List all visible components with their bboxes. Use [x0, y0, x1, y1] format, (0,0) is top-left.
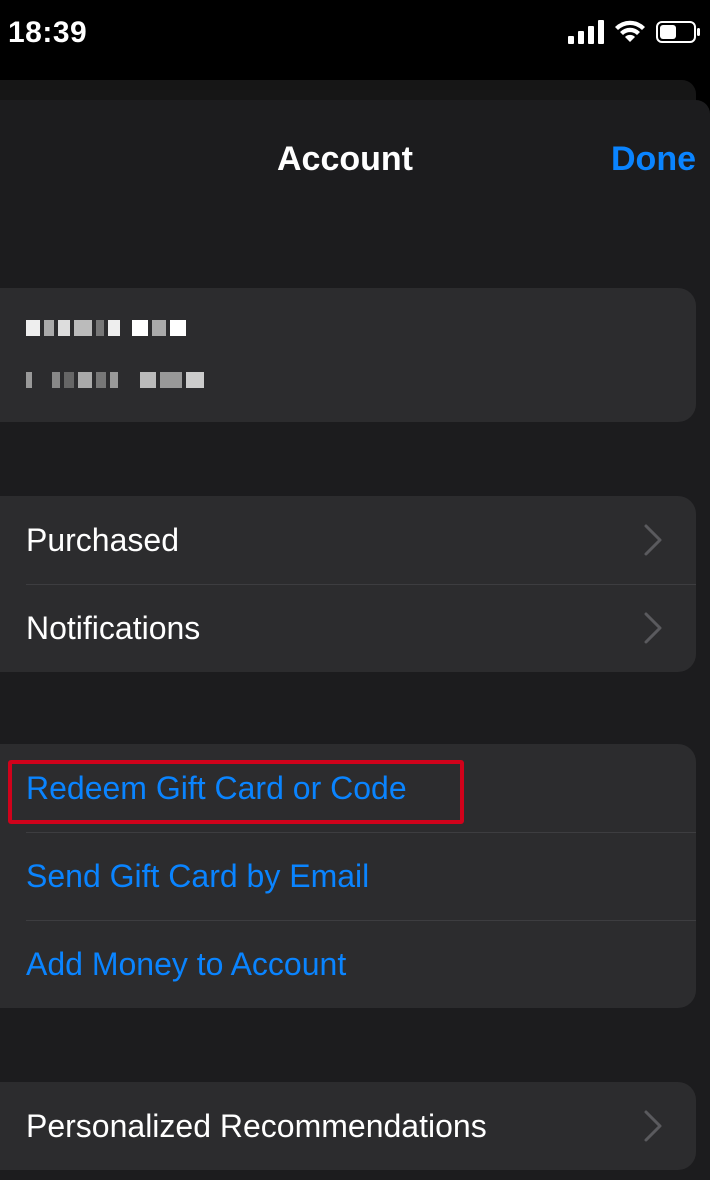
purchases-group: Purchased Notifications: [0, 496, 696, 672]
purchased-row[interactable]: Purchased: [0, 496, 696, 584]
status-bar: 18:39: [0, 0, 710, 72]
personalized-recommendations-label: Personalized Recommendations: [26, 1107, 487, 1144]
send-gift-card-button[interactable]: Send Gift Card by Email: [0, 832, 696, 920]
chevron-right-icon: [644, 524, 662, 556]
notifications-row[interactable]: Notifications: [0, 584, 696, 672]
add-money-label: Add Money to Account: [26, 945, 347, 982]
purchased-label: Purchased: [26, 521, 179, 558]
redeem-gift-card-label: Redeem Gift Card or Code: [26, 769, 407, 806]
send-gift-card-label: Send Gift Card by Email: [26, 857, 370, 894]
account-name-redacted: [26, 320, 186, 336]
personalization-group: Personalized Recommendations: [0, 1082, 696, 1170]
gift-card-group: Redeem Gift Card or Code Send Gift Card …: [0, 744, 696, 1008]
notifications-label: Notifications: [26, 609, 201, 646]
cellular-signal-icon: [568, 20, 604, 44]
account-email-redacted: [26, 372, 204, 388]
chevron-right-icon: [644, 1110, 662, 1142]
wifi-icon: [615, 20, 645, 42]
add-money-button[interactable]: Add Money to Account: [0, 920, 696, 1008]
redeem-gift-card-button[interactable]: Redeem Gift Card or Code: [0, 744, 696, 832]
personalized-recommendations-row[interactable]: Personalized Recommendations: [0, 1082, 696, 1170]
status-icons: [568, 20, 702, 44]
battery-icon: [656, 21, 700, 43]
profile-card[interactable]: [0, 288, 696, 422]
page-title: Account: [277, 140, 413, 178]
done-button[interactable]: Done: [611, 140, 696, 179]
chevron-right-icon: [644, 612, 662, 644]
status-time: 18:39: [8, 16, 88, 49]
